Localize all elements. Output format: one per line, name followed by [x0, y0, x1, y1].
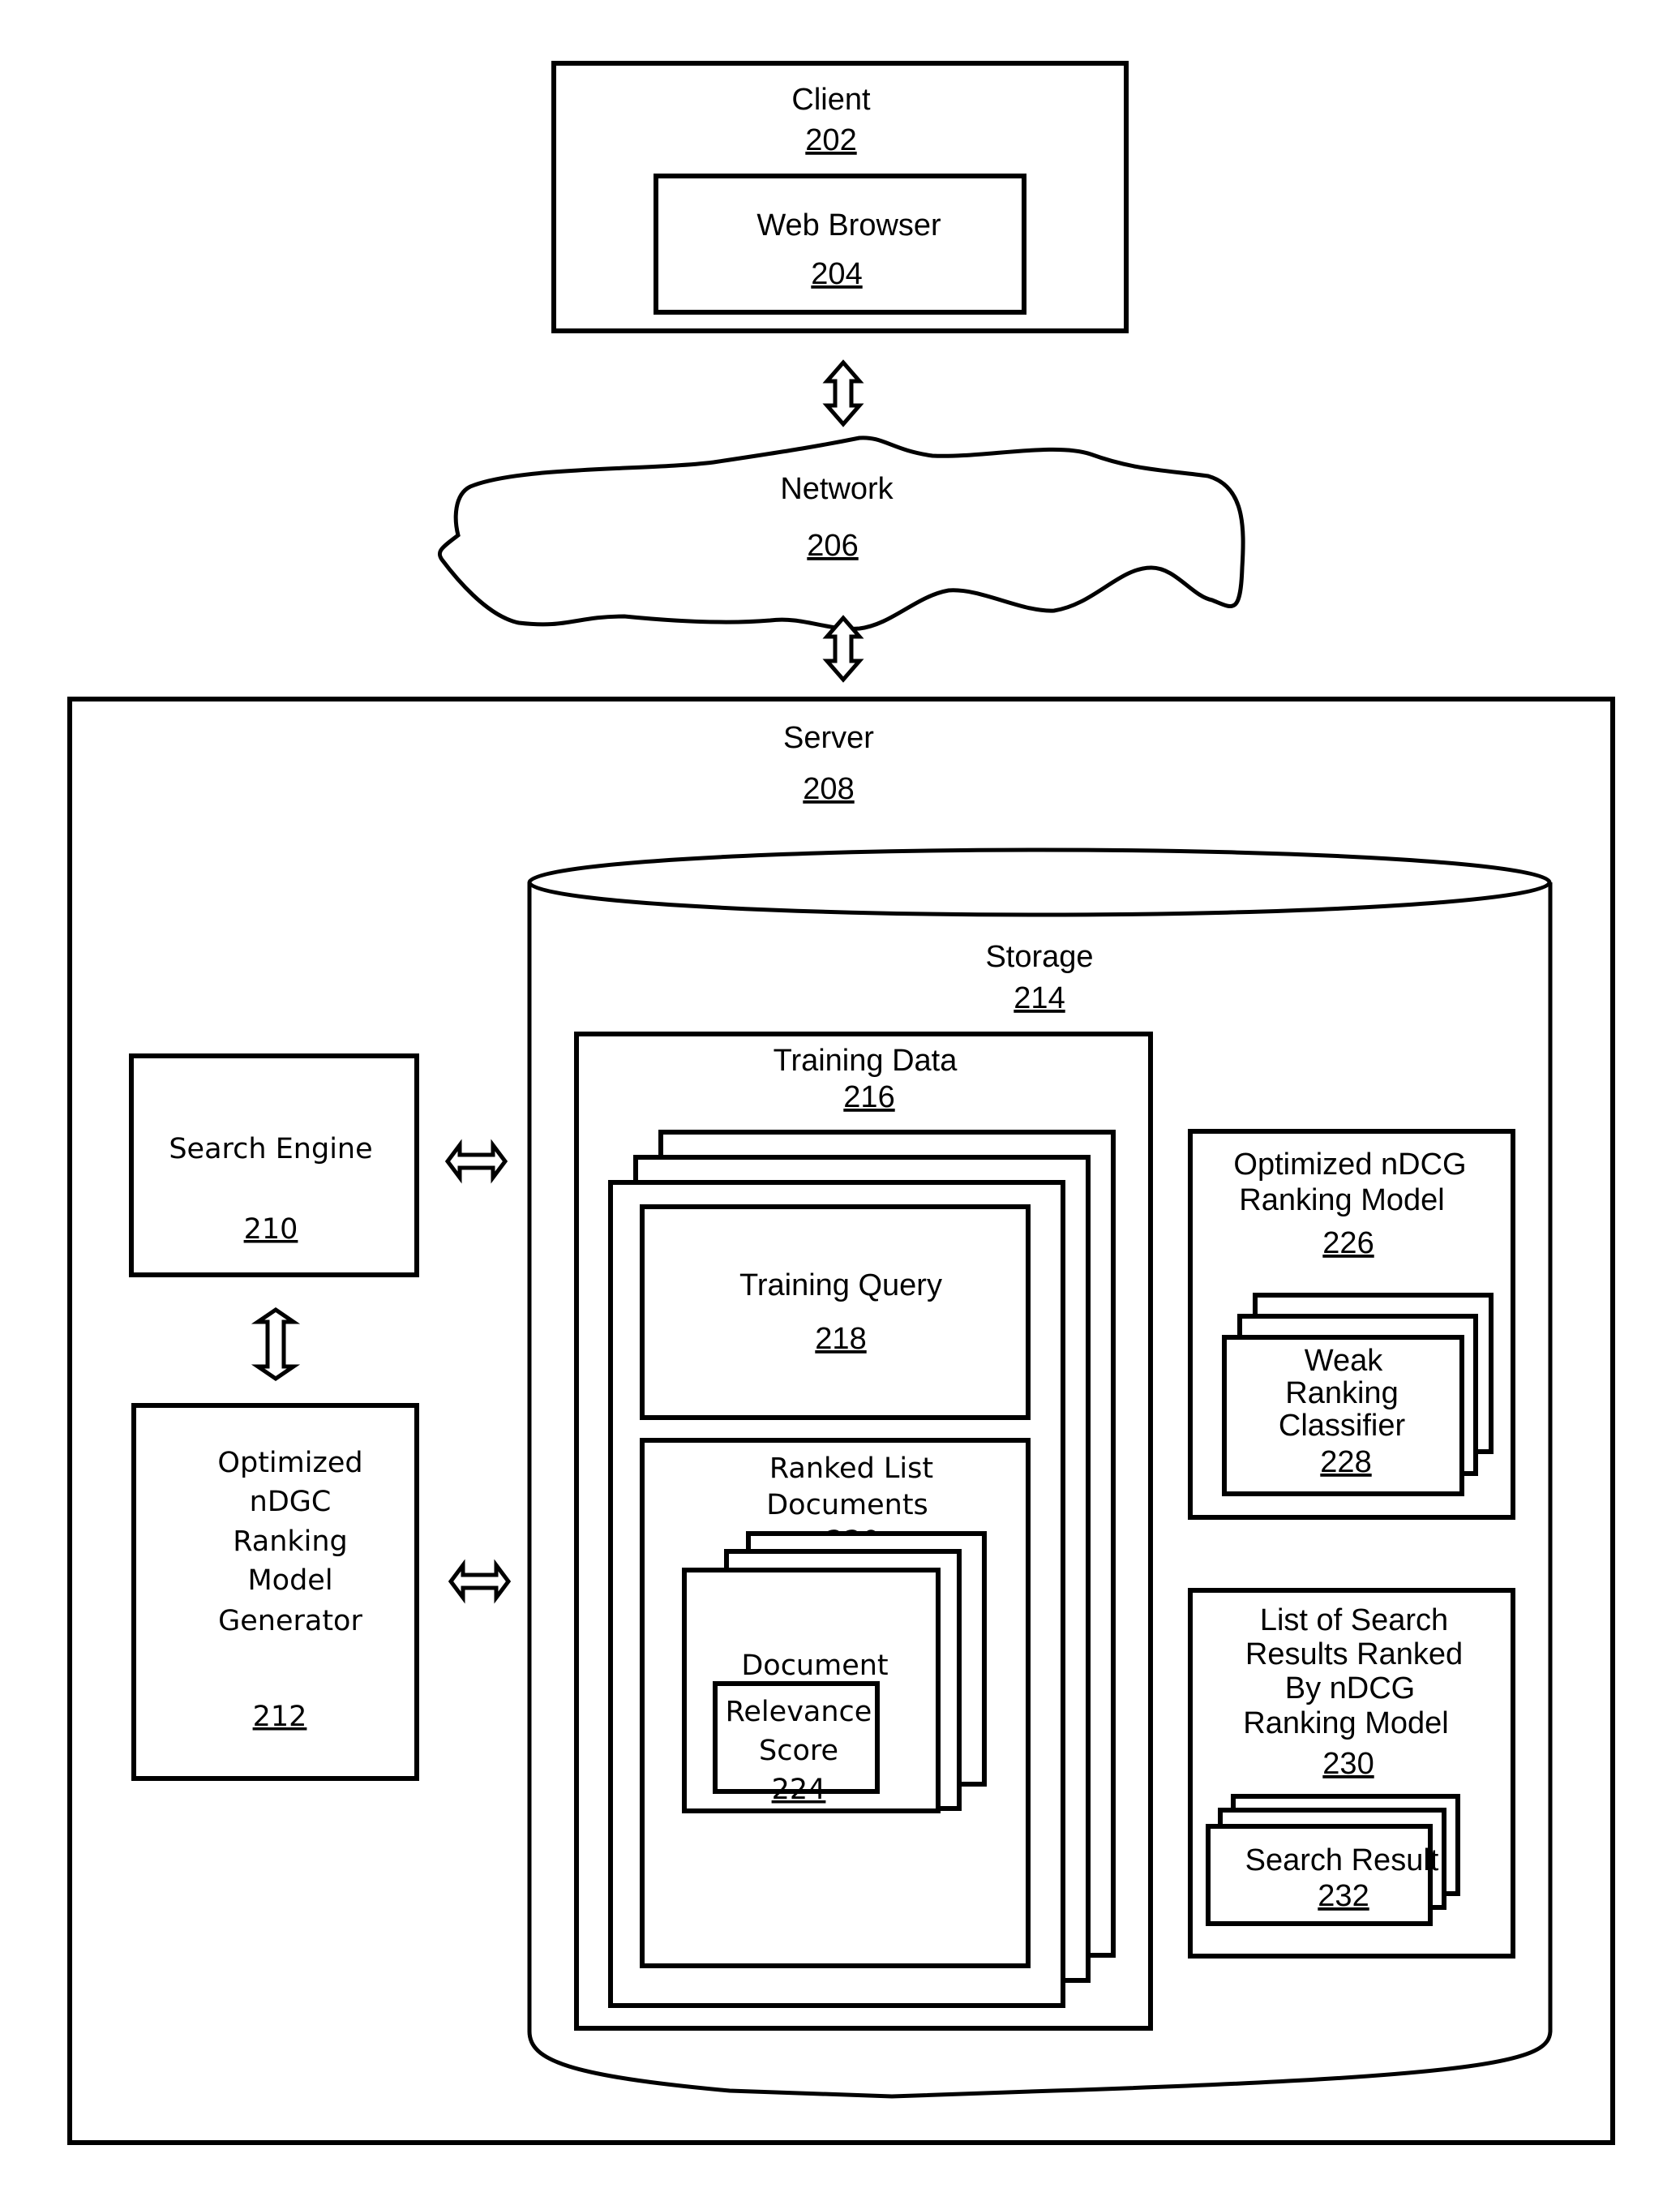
results-list-line-2: Results Ranked [1245, 1637, 1463, 1671]
ranking-model-line-2: Ranking Model [1239, 1183, 1444, 1217]
network-ref: 206 [807, 529, 858, 563]
ranked-list-line-1: Ranked List [769, 1452, 933, 1485]
web-browser-box: Web Browser 204 [654, 174, 1026, 315]
relevance-line-1: Relevance [726, 1696, 872, 1728]
generator-line-1: Optimized [217, 1447, 362, 1479]
training-query-box: Training Query 218 [640, 1204, 1031, 1420]
storage-ref: 214 [1014, 981, 1065, 1015]
training-data-label: Training Data [774, 1044, 958, 1078]
results-list-line-4: Ranking Model [1243, 1706, 1448, 1740]
search-engine-label: Search Engine [169, 1133, 372, 1165]
search-engine-box: Search Engine 210 [129, 1053, 419, 1277]
generator-ref: 212 [253, 1701, 307, 1733]
generator-line-5: Generator [218, 1605, 362, 1637]
relevance-line-2: Score [759, 1735, 838, 1767]
network-label: Network [780, 472, 894, 506]
web-browser-ref: 204 [811, 257, 862, 291]
server-label: Server [783, 721, 874, 755]
client-ref: 202 [805, 123, 856, 157]
system-diagram: Client 202 Web Browser 204 Network 206 S… [67, 61, 1615, 2145]
results-list-line-1: List of Search [1260, 1603, 1448, 1637]
network-cloud: Network 206 [437, 435, 1245, 631]
weak-classifier-line-1: Weak [1305, 1344, 1383, 1378]
results-list-ref: 230 [1322, 1747, 1374, 1781]
relevance-score-box: Relevance Score 224 [713, 1681, 880, 1806]
ranked-list-line-2: Documents [766, 1489, 928, 1521]
training-query-ref: 218 [815, 1322, 866, 1356]
double-arrow-vertical-icon [822, 359, 864, 427]
generator-line-4: Model [247, 1564, 332, 1597]
document-label: Document [741, 1650, 888, 1682]
search-result-box: Search Result 232 [1206, 1824, 1439, 1926]
results-list-line-3: By nDCG [1285, 1671, 1415, 1705]
web-browser-label: Web Browser [756, 208, 941, 242]
weak-classifier-ref: 228 [1320, 1445, 1371, 1479]
weak-classifier-box: Weak Ranking Classifier 228 [1222, 1335, 1464, 1496]
relevance-ref: 224 [772, 1774, 826, 1806]
storage-label: Storage [985, 940, 1093, 974]
generator-line-3: Ranking [233, 1525, 348, 1558]
training-data-ref: 216 [843, 1080, 894, 1114]
search-engine-ref: 210 [244, 1213, 298, 1246]
search-result-ref: 232 [1318, 1879, 1369, 1913]
model-generator-box: Optimized nDGC Ranking Model Generator 2… [131, 1403, 419, 1781]
ranking-model-line-1: Optimized nDCG [1233, 1148, 1466, 1182]
weak-classifier-line-3: Classifier [1279, 1409, 1406, 1443]
server-ref: 208 [803, 772, 854, 806]
ranking-model-ref: 226 [1322, 1226, 1374, 1260]
training-query-label: Training Query [739, 1268, 942, 1302]
search-result-label: Search Result [1245, 1843, 1439, 1877]
generator-line-2: nDGC [250, 1486, 332, 1518]
client-label: Client [791, 83, 871, 117]
weak-classifier-line-2: Ranking [1285, 1376, 1398, 1410]
